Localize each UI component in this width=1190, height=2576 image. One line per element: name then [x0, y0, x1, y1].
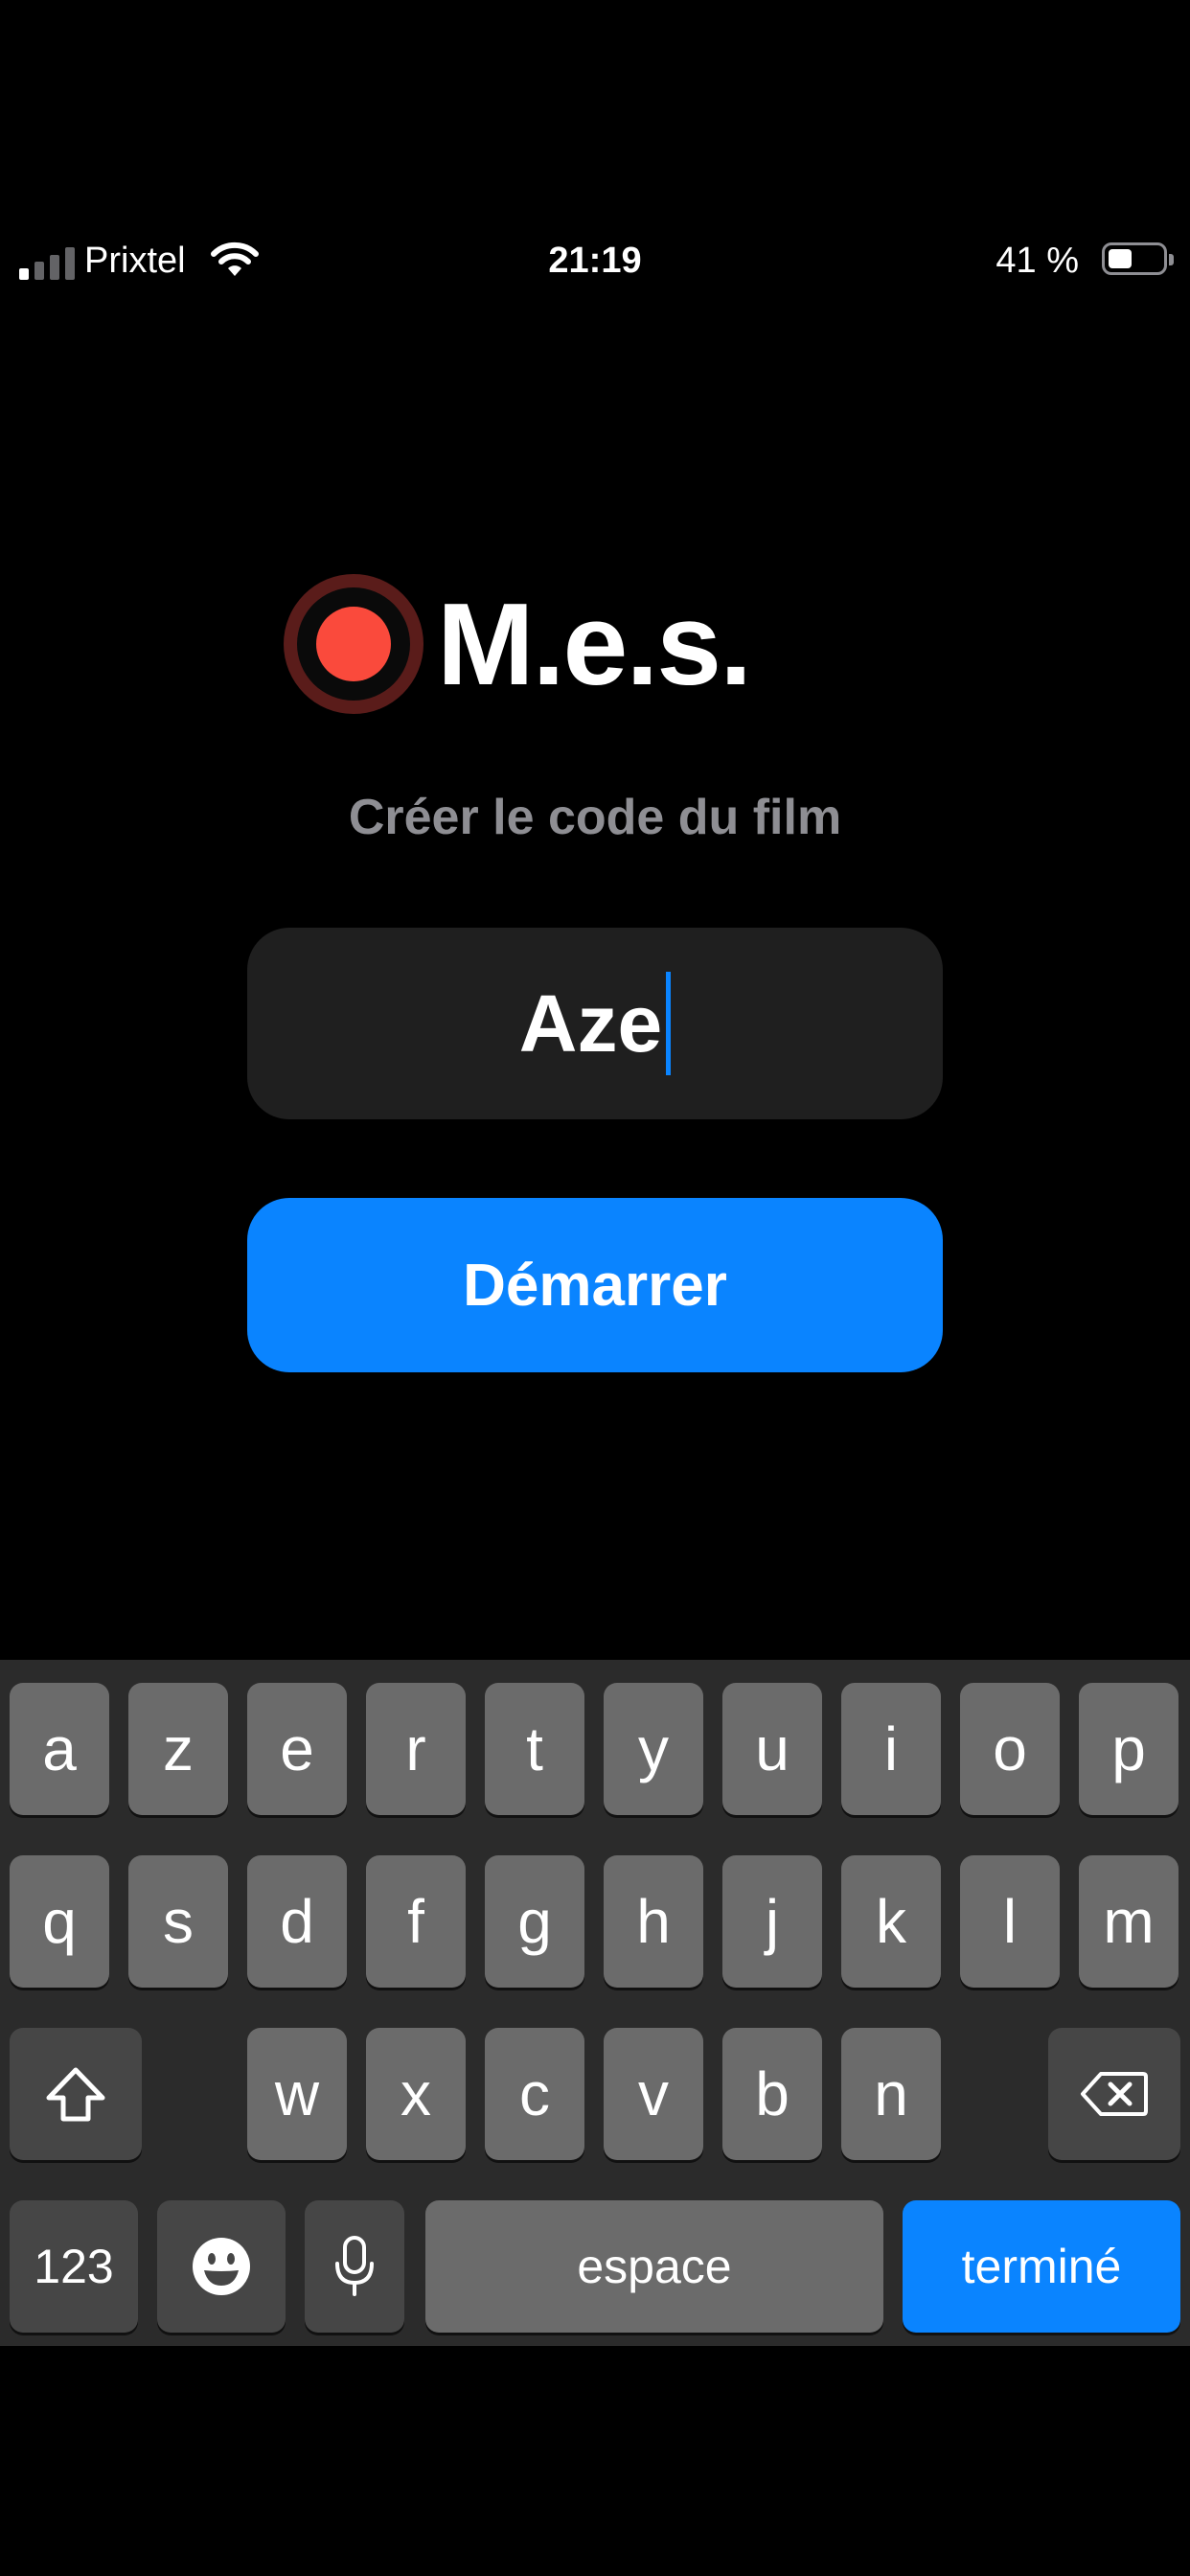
status-bar: Prixtel 21:19 41 % — [0, 228, 1190, 295]
key-m[interactable]: m — [1079, 1855, 1179, 1988]
backspace-key[interactable] — [1048, 2028, 1180, 2160]
key-r[interactable]: r — [366, 1683, 466, 1815]
key-s[interactable]: s — [128, 1855, 228, 1988]
key-e[interactable]: e — [247, 1683, 347, 1815]
keyboard: azertyuiop qsdfghjklm wxcvbn 123 espace … — [0, 1660, 1190, 2346]
microphone-icon — [335, 2236, 374, 2296]
logo-text: M.e.s. — [437, 579, 752, 709]
film-code-input[interactable]: Aze — [247, 928, 943, 1119]
key-h[interactable]: h — [604, 1855, 703, 1988]
start-button[interactable]: Démarrer — [247, 1198, 943, 1372]
key-z[interactable]: z — [128, 1683, 228, 1815]
film-code-value: Aze — [518, 978, 663, 1069]
record-icon — [284, 574, 423, 714]
key-u[interactable]: u — [722, 1683, 822, 1815]
key-t[interactable]: t — [485, 1683, 584, 1815]
key-c[interactable]: c — [485, 2028, 584, 2160]
key-y[interactable]: y — [604, 1683, 703, 1815]
battery-percentage: 41 % — [995, 241, 1079, 281]
key-f[interactable]: f — [366, 1855, 466, 1988]
numbers-key[interactable]: 123 — [10, 2200, 138, 2333]
key-x[interactable]: x — [366, 2028, 466, 2160]
key-i[interactable]: i — [841, 1683, 941, 1815]
shift-key[interactable] — [10, 2028, 142, 2160]
space-key[interactable]: espace — [425, 2200, 883, 2333]
battery-icon — [1102, 242, 1174, 275]
key-l[interactable]: l — [960, 1855, 1060, 1988]
dictation-key[interactable] — [305, 2200, 404, 2333]
key-g[interactable]: g — [485, 1855, 584, 1988]
key-o[interactable]: o — [960, 1683, 1060, 1815]
key-v[interactable]: v — [604, 2028, 703, 2160]
emoji-icon — [193, 2238, 250, 2295]
key-n[interactable]: n — [841, 2028, 941, 2160]
key-b[interactable]: b — [722, 2028, 822, 2160]
app-logo: M.e.s. — [284, 571, 954, 717]
done-key[interactable]: terminé — [903, 2200, 1180, 2333]
key-p[interactable]: p — [1079, 1683, 1179, 1815]
key-w[interactable]: w — [247, 2028, 347, 2160]
key-d[interactable]: d — [247, 1855, 347, 1988]
page-subtitle: Créer le code du film — [348, 790, 842, 845]
text-cursor — [666, 972, 672, 1075]
key-q[interactable]: q — [10, 1855, 109, 1988]
shift-icon — [46, 2067, 105, 2122]
key-j[interactable]: j — [722, 1855, 822, 1988]
emoji-key[interactable] — [157, 2200, 286, 2333]
key-k[interactable]: k — [841, 1855, 941, 1988]
key-a[interactable]: a — [10, 1683, 109, 1815]
backspace-icon — [1081, 2072, 1148, 2116]
